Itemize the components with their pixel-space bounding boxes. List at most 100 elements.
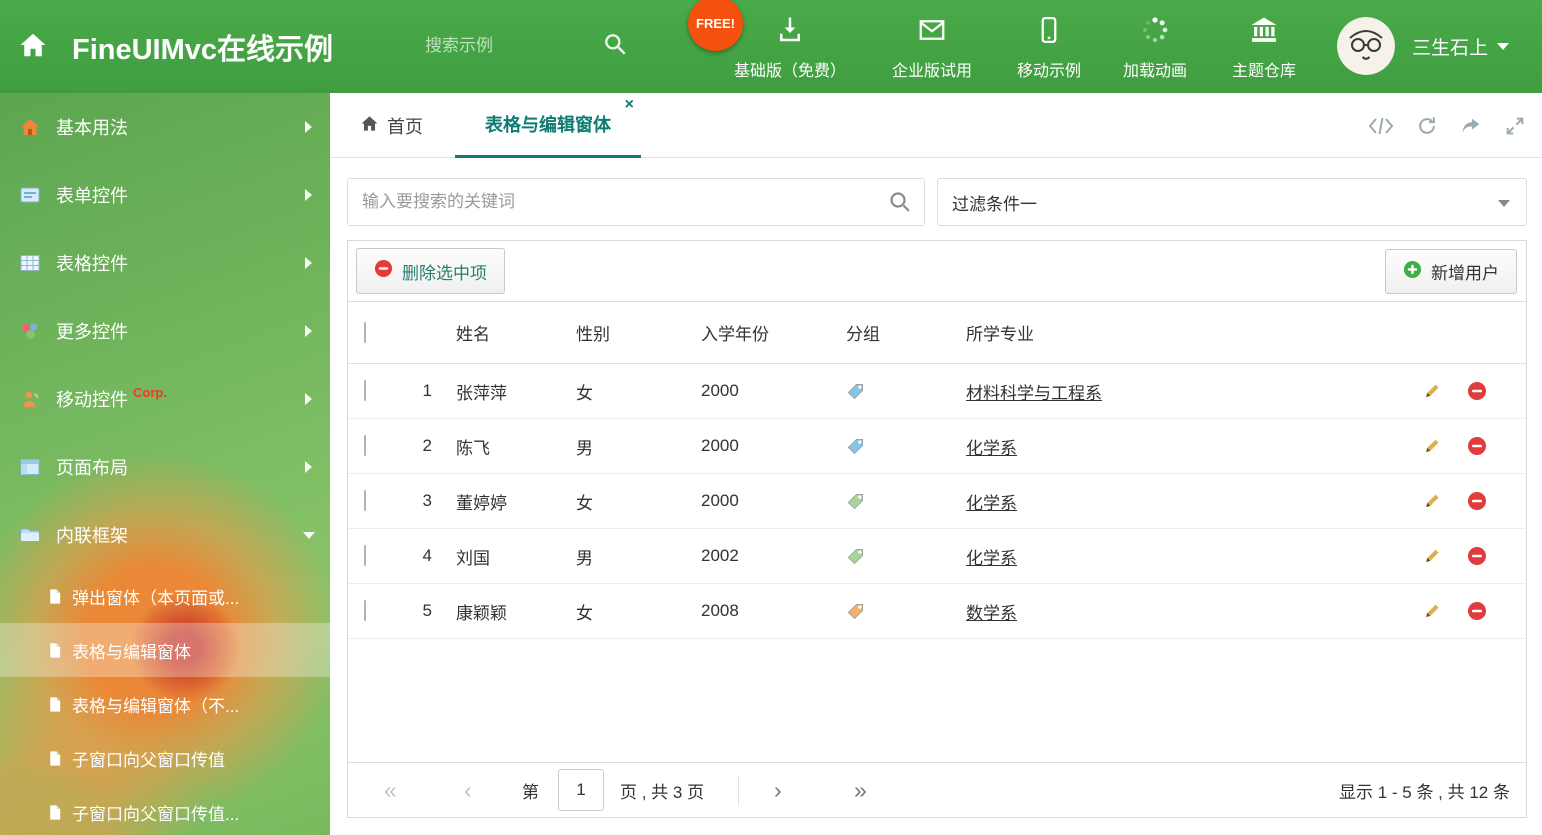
table-row: 1 张萍萍 女 2000 材料科学与工程系 (348, 364, 1526, 419)
sidebar-subitem-child-to-parent-2[interactable]: 子窗口向父窗口传值... (0, 785, 330, 835)
delete-selected-button[interactable]: 删除选中项 (356, 248, 505, 294)
delete-button[interactable] (1467, 601, 1487, 621)
expand-icon[interactable] (1504, 115, 1526, 137)
column-header-gender: 性别 (576, 325, 610, 344)
cell-year: 2008 (701, 601, 739, 620)
minus-circle-icon (374, 259, 393, 283)
table-row: 4 刘国 男 2002 化学系 (348, 529, 1526, 584)
file-icon (46, 642, 72, 659)
home-logo-icon[interactable] (18, 30, 48, 65)
chevron-down-icon (1497, 43, 1510, 50)
tab-bar: 首页 表格与编辑窗体 × (330, 93, 1542, 158)
row-checkbox[interactable] (364, 380, 366, 401)
delete-button[interactable] (1467, 436, 1487, 456)
header-search-input[interactable] (425, 28, 590, 64)
nav-basic-edition[interactable]: 基础版（免费） (715, 15, 865, 81)
table-row: 5 康颖颖 女 2008 数学系 (348, 584, 1526, 639)
pagination-summary: 显示 1 - 5 条 , 共 12 条 (1339, 783, 1510, 802)
row-index: 5 (422, 601, 432, 620)
last-page-button[interactable]: » (854, 763, 867, 818)
source-code-icon[interactable] (1368, 115, 1394, 137)
row-checkbox[interactable] (364, 545, 366, 566)
edit-button[interactable] (1422, 491, 1442, 511)
sidebar-item-more-controls[interactable]: 更多控件 (0, 297, 330, 365)
nav-label: 企业版试用 (891, 63, 972, 80)
edit-button[interactable] (1422, 436, 1442, 456)
keyword-search-input[interactable] (347, 178, 925, 226)
plus-circle-icon (1403, 260, 1422, 284)
sidebar-subitem-child-to-parent[interactable]: 子窗口向父窗口传值 (0, 731, 330, 785)
page-number-input[interactable]: 1 (558, 769, 604, 811)
sidebar-item-mobile-controls[interactable]: 移动控件 Corp. (0, 365, 330, 433)
user-name: 三生石上 (1412, 38, 1489, 59)
table-row: 3 董婷婷 女 2000 化学系 (348, 474, 1526, 529)
sidebar-item-grid-controls[interactable]: 表格控件 (0, 229, 330, 297)
cell-year: 2002 (701, 546, 739, 565)
tab-grid-edit-window[interactable]: 表格与编辑窗体 × (455, 93, 641, 158)
nav-label: 加载动画 (1122, 63, 1187, 80)
delete-button[interactable] (1467, 491, 1487, 511)
next-page-button[interactable]: › (774, 763, 782, 818)
spinner-icon (1140, 15, 1170, 50)
sidebar-subitem-popup-window[interactable]: 弹出窗体（本页面或... (0, 569, 330, 623)
filter-row: 过滤条件一 (347, 178, 1527, 226)
widgets-icon (20, 321, 48, 341)
folder-icon (20, 525, 48, 545)
major-link[interactable]: 化学系 (966, 439, 1017, 458)
grid-panel: 删除选中项 新增用户 姓名 性别 入学年份 分组 所学专业 1 张萍萍 女 20… (347, 240, 1527, 818)
major-link[interactable]: 数学系 (966, 604, 1017, 623)
file-icon (46, 696, 72, 713)
delete-button[interactable] (1467, 546, 1487, 566)
filter-dropdown[interactable]: 过滤条件一 (937, 178, 1527, 226)
edit-button[interactable] (1422, 546, 1442, 566)
user-avatar[interactable] (1337, 17, 1395, 75)
table-row: 2 陈飞 男 2000 化学系 (348, 419, 1526, 474)
row-checkbox[interactable] (364, 435, 366, 456)
delete-button[interactable] (1467, 381, 1487, 401)
file-icon (46, 804, 72, 821)
refresh-icon[interactable] (1416, 115, 1438, 137)
major-link[interactable]: 化学系 (966, 549, 1017, 568)
grid-toolbar: 删除选中项 新增用户 (348, 241, 1526, 302)
app-title: FineUIMvc在线示例 (72, 34, 334, 66)
sidebar: 基本用法 表单控件 表格控件 更多控件 移动控件 Corp. 页面布局 内联框架… (0, 93, 330, 835)
tab-home[interactable]: 首页 (360, 93, 423, 158)
row-index: 2 (422, 436, 432, 455)
page-label-suffix: 页 , 共 3 页 (620, 783, 705, 802)
prev-page-button[interactable]: ‹ (464, 763, 472, 818)
sidebar-subitem-label: 弹出窗体（本页面或... (72, 588, 240, 608)
cell-gender: 女 (576, 383, 593, 403)
sidebar-subitem-label: 子窗口向父窗口传值... (72, 804, 240, 824)
cell-gender: 男 (576, 438, 593, 458)
file-icon (46, 588, 72, 605)
search-icon[interactable] (888, 190, 912, 219)
add-user-button[interactable]: 新增用户 (1385, 249, 1517, 294)
close-icon[interactable]: × (625, 97, 634, 113)
share-icon[interactable] (1460, 115, 1482, 137)
major-link[interactable]: 材料科学与工程系 (966, 384, 1102, 403)
sidebar-item-basic-usage[interactable]: 基本用法 (0, 93, 330, 161)
sidebar-item-iframe[interactable]: 内联框架 (0, 501, 330, 569)
chevron-right-icon (305, 121, 312, 133)
sidebar-item-form-controls[interactable]: 表单控件 (0, 161, 330, 229)
search-icon[interactable] (602, 31, 628, 62)
row-checkbox[interactable] (364, 490, 366, 511)
nav-label: 基础版（免费） (733, 63, 846, 80)
first-page-button[interactable]: « (384, 763, 397, 818)
sidebar-subitem-label: 子窗口向父窗口传值 (72, 750, 225, 770)
column-header-name: 姓名 (456, 325, 490, 344)
sidebar-item-page-layout[interactable]: 页面布局 (0, 433, 330, 501)
user-menu[interactable]: 三生石上 (1412, 33, 1510, 60)
sidebar-subitem-grid-edit-window-2[interactable]: 表格与编辑窗体（不... (0, 677, 330, 731)
major-link[interactable]: 化学系 (966, 494, 1017, 513)
chevron-down-icon (303, 531, 315, 539)
select-all-checkbox[interactable] (364, 321, 366, 343)
edit-button[interactable] (1422, 601, 1442, 621)
divider (738, 775, 739, 806)
sidebar-subitem-grid-edit-window[interactable]: 表格与编辑窗体 (0, 623, 330, 677)
row-checkbox[interactable] (364, 600, 366, 621)
cell-name: 董婷婷 (456, 493, 507, 513)
chevron-right-icon (305, 325, 312, 337)
edit-button[interactable] (1422, 381, 1442, 401)
nav-theme-repo[interactable]: 主题仓库 (1189, 15, 1339, 81)
